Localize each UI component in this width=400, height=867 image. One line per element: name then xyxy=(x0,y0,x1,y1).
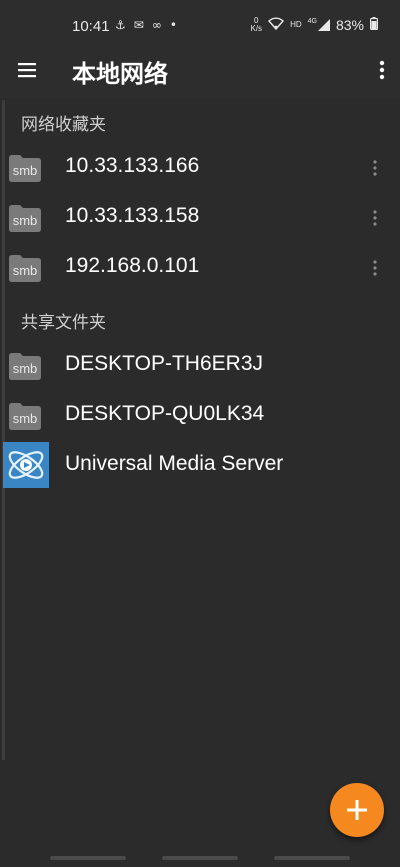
folder-icon: smb xyxy=(8,201,42,233)
list-item-label: Universal Media Server xyxy=(65,452,284,475)
net-speed-indicator: 0 K/s xyxy=(250,16,263,33)
list-item[interactable]: smb 192.168.0.101 xyxy=(0,243,400,293)
page-title: 本地网络 xyxy=(72,60,168,88)
list-item[interactable]: smb DESKTOP-TH6ER3J xyxy=(0,341,400,391)
system-icons: 0 K/s HD 4G 83% xyxy=(251,17,379,33)
signal-icon: 4G xyxy=(308,18,330,31)
mail-icon: ✉ xyxy=(133,18,144,32)
status-bar: 10:41 ⚓ ✉ ∞ • 0 K/s HD 4G 83% xyxy=(0,0,400,42)
dot-icon: • xyxy=(169,18,177,32)
anchor-notification-icon: ⚓ xyxy=(115,18,126,32)
overflow-menu-icon[interactable] xyxy=(378,58,386,82)
list-item[interactable]: smb 10.33.133.158 xyxy=(0,193,400,243)
media-server-icon xyxy=(3,442,49,488)
list-item-label: DESKTOP-TH6ER3J xyxy=(65,352,263,375)
svg-text:smb: smb xyxy=(13,411,38,426)
item-more-icon[interactable] xyxy=(371,258,379,278)
status-time: 10:41 xyxy=(72,18,110,35)
battery-icon xyxy=(370,17,379,33)
plus-icon xyxy=(347,800,367,820)
folder-icon: smb xyxy=(8,251,42,283)
list-item-label: 10.33.133.158 xyxy=(65,204,200,227)
shared-folders-header: 共享文件夹 xyxy=(21,313,106,333)
notification-icons: ⚓ ✉ ∞ • xyxy=(115,18,177,32)
app-toolbar: 本地网络 xyxy=(0,42,400,98)
link-icon: ∞ xyxy=(151,18,162,32)
folder-icon: smb xyxy=(8,151,42,183)
list-item[interactable]: smb DESKTOP-QU0LK34 xyxy=(0,391,400,441)
add-button[interactable] xyxy=(330,783,384,837)
battery-percent: 83% xyxy=(335,17,364,33)
svg-text:smb: smb xyxy=(13,361,38,376)
svg-text:smb: smb xyxy=(13,263,38,278)
list-item[interactable]: Universal Media Server xyxy=(0,441,400,491)
svg-text:smb: smb xyxy=(13,163,38,178)
list-item-label: DESKTOP-QU0LK34 xyxy=(65,402,265,425)
wifi-icon xyxy=(268,17,285,33)
item-more-icon[interactable] xyxy=(371,158,379,178)
folder-icon: smb xyxy=(8,399,42,431)
system-nav-bar xyxy=(0,850,400,867)
hamburger-menu-icon[interactable] xyxy=(16,58,40,82)
network-type-label: HD xyxy=(290,20,302,29)
favorites-header: 网络收藏夹 xyxy=(21,115,106,135)
svg-text:smb: smb xyxy=(13,213,38,228)
nav-recents-handle[interactable] xyxy=(50,856,126,860)
list-item-label: 10.33.133.166 xyxy=(65,154,200,177)
list-item-label: 192.168.0.101 xyxy=(65,254,200,277)
nav-home-handle[interactable] xyxy=(162,856,238,860)
list-item[interactable]: smb 10.33.133.166 xyxy=(0,143,400,193)
nav-back-handle[interactable] xyxy=(274,856,350,860)
folder-icon: smb xyxy=(8,349,42,381)
item-more-icon[interactable] xyxy=(371,208,379,228)
